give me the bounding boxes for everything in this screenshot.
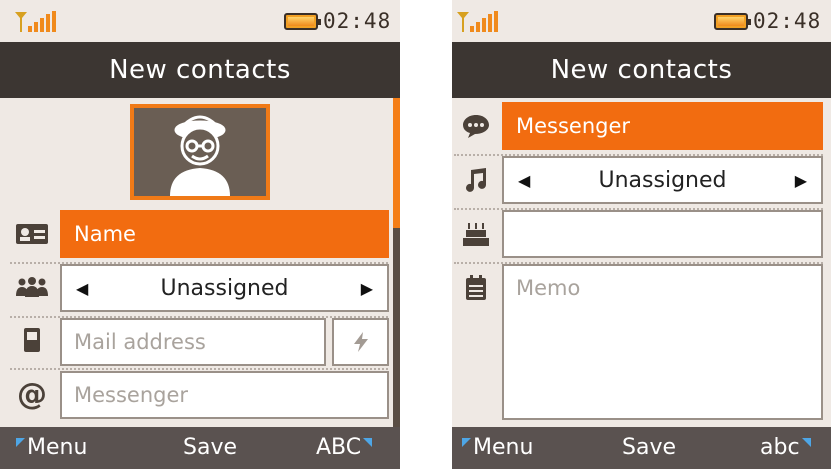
arrow-left-icon[interactable]: ◀ [62, 279, 102, 298]
birthday-input[interactable] [502, 210, 823, 258]
battery-icon [284, 13, 321, 30]
messenger-field[interactable]: Messenger [502, 102, 823, 150]
scrollbar-thumb[interactable] [393, 98, 400, 228]
messenger-field-label: Messenger [516, 114, 631, 138]
flash-icon [353, 332, 368, 352]
group-icon [12, 267, 52, 307]
quick-action-button[interactable] [332, 318, 389, 366]
page-title: New contacts [0, 42, 400, 98]
mail-address-input[interactable]: Mail address [60, 318, 326, 366]
battery-icon [714, 13, 751, 30]
group-value: Unassigned [160, 275, 289, 301]
menu-softkey[interactable]: Menu [462, 435, 533, 460]
ringtone-selector[interactable]: ◀ Unassigned ▶ [502, 156, 823, 204]
music-note-icon [456, 160, 496, 200]
corner-marker-icon [363, 438, 373, 447]
corner-marker-icon [462, 438, 471, 447]
menu-softkey[interactable]: Menu [16, 435, 87, 460]
phone-icon [12, 320, 52, 360]
signal-icon [15, 11, 56, 32]
name-field-label: Name [74, 222, 136, 246]
avatar-icon [170, 115, 230, 196]
memo-placeholder: Memo [516, 276, 581, 300]
birthday-cake-icon [456, 214, 496, 254]
at-sign-icon: @ [17, 376, 47, 412]
corner-marker-icon [801, 438, 811, 447]
mail-address-placeholder: Mail address [74, 330, 206, 354]
clock: 02:48 [323, 9, 392, 33]
contact-photo[interactable] [130, 104, 270, 200]
phone-screen-right: 02:48 New contacts Messenger ◀ Unassigne… [452, 0, 831, 469]
name-field[interactable]: Name [60, 210, 389, 258]
corner-marker-icon [16, 438, 25, 447]
arrow-left-icon[interactable]: ◀ [504, 171, 544, 190]
input-mode-softkey[interactable]: ABC [316, 435, 373, 460]
group-selector[interactable]: ◀ Unassigned ▶ [60, 264, 389, 312]
contact-card-icon [12, 214, 52, 254]
softkey-bar: Menu Save ABC [0, 427, 400, 469]
softkey-bar: Menu Save abc [452, 427, 831, 469]
memo-textarea[interactable]: Memo [502, 264, 823, 420]
calendar-icon [456, 268, 496, 308]
status-bar: 02:48 [452, 0, 831, 42]
scrollbar[interactable] [393, 98, 400, 427]
input-mode-softkey[interactable]: abc [760, 435, 811, 460]
save-softkey[interactable]: Save [622, 435, 676, 460]
page-title: New contacts [452, 42, 831, 98]
signal-icon [457, 11, 498, 32]
arrow-right-icon[interactable]: ▶ [347, 279, 387, 298]
ringtone-value: Unassigned [598, 167, 727, 193]
status-bar: 02:48 [0, 0, 400, 42]
messenger-input[interactable]: Messenger [60, 371, 389, 419]
chat-bubble-icon [456, 106, 496, 146]
arrow-right-icon[interactable]: ▶ [781, 171, 821, 190]
clock: 02:48 [753, 9, 822, 33]
messenger-placeholder: Messenger [74, 383, 189, 407]
phone-screen-left: 02:48 New contacts Name ◀ Unassigned ▶ M… [0, 0, 400, 469]
divider [10, 368, 388, 370]
save-softkey[interactable]: Save [183, 435, 237, 460]
